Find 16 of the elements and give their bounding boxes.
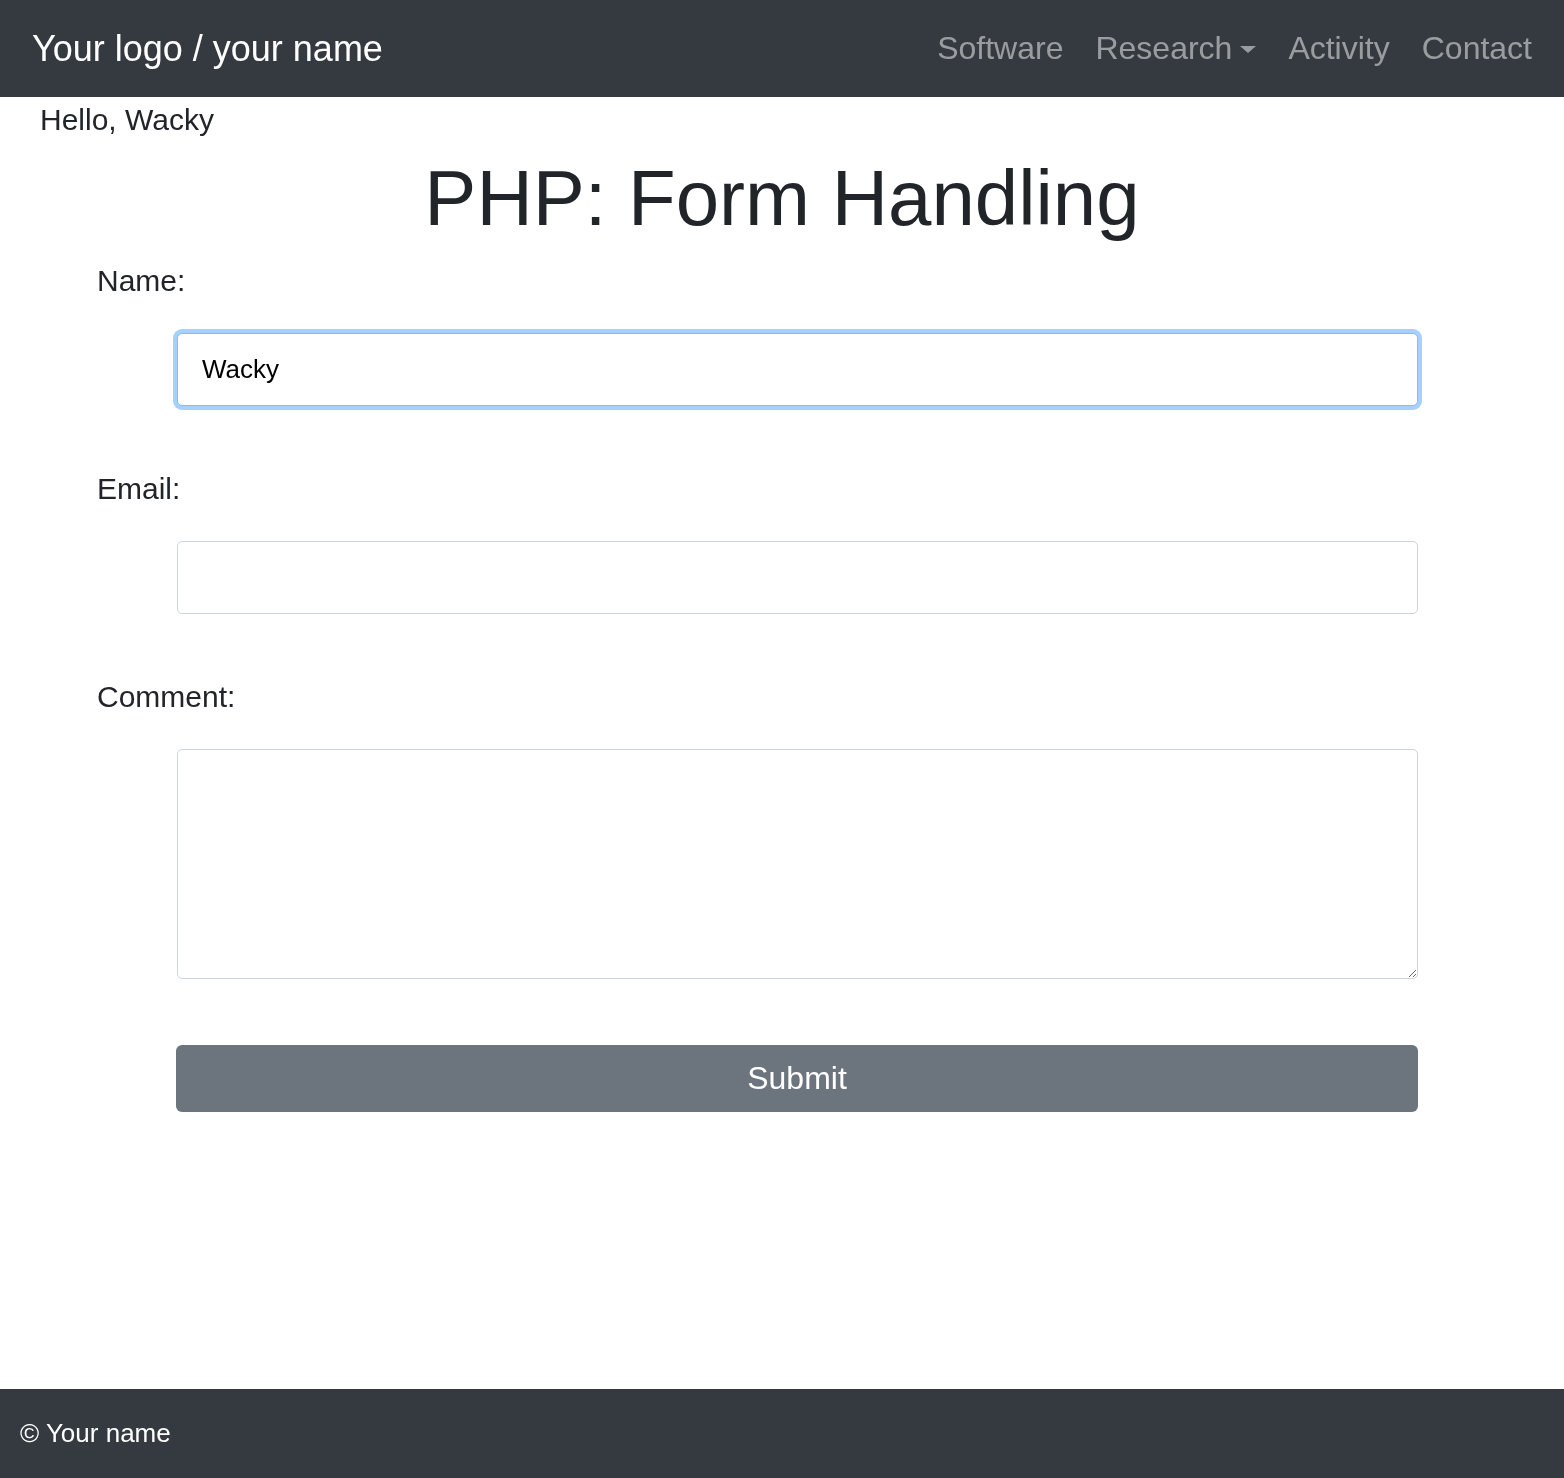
caret-icon [1240,43,1257,54]
nav-dropdown[interactable]: Research [1095,30,1257,67]
greeting-text: Hello, Wacky [40,102,215,137]
field-label: Name: [97,264,186,298]
submit-button[interactable]: Submit [176,1045,1418,1112]
brand-link[interactable]: Your logo / your name [32,27,383,70]
nav-link[interactable]: Software [937,30,1064,67]
nav-link[interactable]: Contact [1421,30,1532,67]
comment-field[interactable] [177,749,1418,979]
input-field[interactable]: Wacky [177,333,1418,406]
footer-text: © Your name [20,1418,171,1449]
page-title: PHP: Form Handling [423,153,1141,244]
nav-link[interactable]: Activity [1288,30,1390,67]
input-field[interactable] [177,541,1418,614]
field-label: Email: [97,472,181,506]
field-label: Comment: [97,680,236,714]
